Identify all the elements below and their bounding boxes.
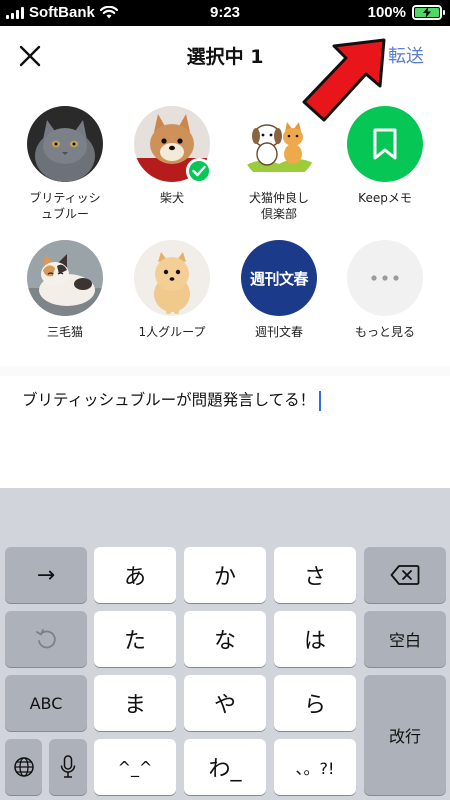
- bookmark-icon: [373, 128, 397, 160]
- key-undo[interactable]: [5, 611, 87, 667]
- key-ta[interactable]: た: [94, 611, 176, 667]
- recipient-label: 柴犬: [159, 191, 184, 205]
- delete-icon: [390, 565, 420, 585]
- forward-button[interactable]: 転送: [388, 42, 424, 68]
- recipient-label: 犬猫仲良し 倶楽部: [248, 191, 309, 221]
- key-emoticon[interactable]: ^_^: [94, 739, 176, 795]
- undo-icon: [36, 629, 56, 649]
- recipient-label: ブリティッシ ュブルー: [29, 191, 101, 221]
- key-microphone[interactable]: [49, 739, 87, 795]
- bunshun-logo-text: 週刊文春: [249, 269, 309, 288]
- gray-cat-photo: [27, 106, 103, 182]
- avatar: [27, 106, 103, 182]
- message-input[interactable]: ブリティッシュブルーが問題発言してる！: [22, 388, 322, 411]
- recipient-one-person-group[interactable]: 1人グループ: [117, 240, 227, 340]
- key-ma[interactable]: ま: [94, 675, 176, 731]
- battery-percent: 100%: [367, 4, 406, 21]
- microphone-icon: [60, 755, 76, 778]
- recipient-label: Keepメモ: [358, 191, 412, 205]
- message-text: ブリティッシュブルーが問題発言してる！: [22, 391, 316, 409]
- avatar: [134, 240, 210, 316]
- avatar: 週刊文春: [241, 240, 317, 316]
- key-wa[interactable]: わ_: [184, 739, 266, 795]
- key-punctuation[interactable]: 、。?!: [274, 739, 356, 795]
- text-caret: [319, 390, 322, 411]
- status-right: 100%: [367, 4, 445, 21]
- recipient-british-blue[interactable]: ブリティッシ ュブルー: [10, 106, 120, 222]
- avatar: [27, 240, 103, 316]
- recipient-shiba[interactable]: 柴犬: [117, 106, 227, 206]
- keyboard: → あ か さ た な は 空白 ABC ま や ら 改行 ^_^ わ_ 、。?…: [0, 488, 450, 800]
- recipient-calico-cat[interactable]: 三毛猫: [10, 240, 120, 340]
- check-icon: [192, 165, 206, 177]
- recipient-shukan-bunshun[interactable]: 週刊文春 週刊文春: [224, 240, 334, 340]
- key-globe[interactable]: [5, 739, 42, 795]
- battery-icon: [412, 5, 445, 20]
- key-delete[interactable]: [364, 547, 446, 603]
- key-ya[interactable]: や: [184, 675, 266, 731]
- avatar: [134, 106, 212, 184]
- selected-check-badge: [186, 158, 212, 184]
- key-na[interactable]: な: [184, 611, 266, 667]
- globe-icon: [13, 757, 34, 777]
- key-enter[interactable]: 改行: [364, 675, 446, 795]
- divider: [0, 366, 450, 376]
- pomeranian-photo: [134, 240, 210, 316]
- key-arrow-right[interactable]: →: [5, 547, 87, 603]
- key-abc[interactable]: ABC: [5, 675, 87, 731]
- battery-fill: [415, 7, 439, 18]
- recipient-label: もっと見る: [354, 325, 415, 339]
- calico-cat-photo: [27, 240, 103, 316]
- more-icon: [371, 275, 399, 281]
- key-sa[interactable]: さ: [274, 547, 356, 603]
- key-ha[interactable]: は: [274, 611, 356, 667]
- key-ka[interactable]: か: [184, 547, 266, 603]
- red-arrow-annotation: [302, 38, 386, 122]
- recipient-label: 1人グループ: [138, 325, 206, 339]
- recipient-label: 三毛猫: [46, 325, 83, 339]
- recipient-label: 週刊文春: [254, 325, 303, 339]
- key-space[interactable]: 空白: [364, 611, 446, 667]
- see-more-button[interactable]: もっと見る: [330, 240, 440, 340]
- status-bar: SoftBank 9:23 100%: [0, 0, 450, 26]
- avatar: [347, 240, 423, 316]
- key-a[interactable]: あ: [94, 547, 176, 603]
- key-ra[interactable]: ら: [274, 675, 356, 731]
